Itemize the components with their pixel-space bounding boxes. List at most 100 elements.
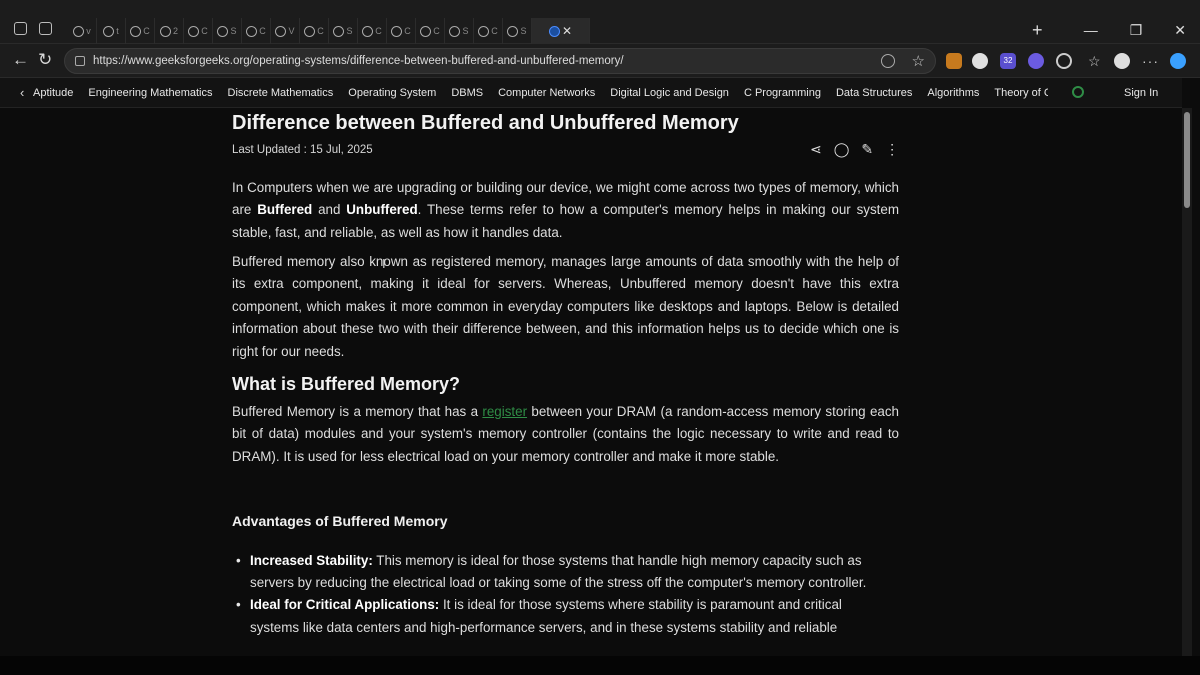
tab-title: S xyxy=(230,26,237,36)
browser-tab[interactable]: C xyxy=(358,18,387,44)
active-browser-tab[interactable]: ✕ xyxy=(532,18,590,44)
more-options-icon[interactable]: ⋮ xyxy=(885,141,899,158)
back-button[interactable]: ← xyxy=(12,50,29,70)
sign-in-button[interactable]: Sign In xyxy=(1124,87,1158,99)
nav-item[interactable]: Data Structures xyxy=(836,87,912,99)
browser-tab[interactable]: S xyxy=(213,18,242,44)
nav-item[interactable]: Operating System xyxy=(348,87,436,99)
tab-favicon-icon xyxy=(103,25,115,37)
browser-tab[interactable]: 2 xyxy=(155,18,184,44)
maximize-button[interactable]: ❐ xyxy=(1130,22,1143,39)
nav-item[interactable]: Algorithms xyxy=(927,87,979,99)
nav-item[interactable]: DBMS xyxy=(451,87,483,99)
copilot-icon[interactable] xyxy=(1170,53,1186,69)
extension-icon-1[interactable] xyxy=(946,53,962,69)
nav-item[interactable]: Discrete Mathematics xyxy=(228,87,334,99)
tab-favicon-icon xyxy=(73,25,85,37)
tab-favicon-icon xyxy=(449,25,461,37)
nav-item[interactable]: C Programming xyxy=(744,87,821,99)
last-updated: Last Updated : 15 Jul, 2025 xyxy=(232,144,373,156)
tab-title: C xyxy=(404,26,411,36)
browser-tab[interactable]: C xyxy=(184,18,213,44)
tab-title: C xyxy=(143,26,150,36)
browser-tab[interactable]: C xyxy=(387,18,416,44)
more-menu-icon[interactable]: ··· xyxy=(1142,53,1158,69)
workspaces-icon[interactable] xyxy=(14,22,27,35)
tab-favicon-icon xyxy=(304,25,316,37)
tab-title: S xyxy=(520,26,527,36)
tab-title: C xyxy=(375,26,382,36)
tab-title: C xyxy=(491,26,498,36)
tab-title: V xyxy=(288,26,295,36)
extension-icon-3[interactable] xyxy=(1028,53,1044,69)
address-bar[interactable]: https://www.geeksforgeeks.org/operating-… xyxy=(64,48,936,74)
scrollbar-thumb[interactable] xyxy=(1184,112,1190,208)
reader-icon[interactable] xyxy=(881,54,895,68)
list-item: Ideal for Critical Applications: It is i… xyxy=(232,594,884,638)
nav-item[interactable]: Digital Logic and Design xyxy=(610,87,729,99)
favorites-icon[interactable]: ☆ xyxy=(1088,53,1104,69)
favorite-star-icon[interactable]: ☆ xyxy=(912,52,925,70)
tab-list: v t C 2 C S C V C S C C C S C S ✕ xyxy=(68,18,1028,44)
browser-tab[interactable]: S xyxy=(445,18,474,44)
nav-item[interactable]: Aptitude xyxy=(33,87,73,99)
tab-title: S xyxy=(462,26,469,36)
tab-favicon-icon xyxy=(333,25,345,37)
tab-favicon-icon xyxy=(188,25,200,37)
extension-icon-2[interactable] xyxy=(972,53,988,69)
refresh-extension-icon[interactable] xyxy=(1056,53,1072,69)
browser-tab[interactable]: C xyxy=(126,18,155,44)
edit-icon[interactable]: ✎ xyxy=(861,141,873,158)
advantages-list: Increased Stability: This memory is idea… xyxy=(232,550,899,639)
nav-item[interactable]: Theory of Comp xyxy=(994,87,1048,99)
tab-title: S xyxy=(346,26,353,36)
close-tab-icon[interactable]: ✕ xyxy=(562,24,572,38)
browser-tab[interactable]: S xyxy=(503,18,532,44)
browser-tab[interactable]: V xyxy=(271,18,300,44)
browser-tab[interactable]: S xyxy=(329,18,358,44)
minimize-button[interactable]: — xyxy=(1084,22,1098,39)
list-item: Increased Stability: This memory is idea… xyxy=(232,550,884,594)
article-title: Difference between Buffered and Unbuffer… xyxy=(232,112,739,134)
tab-favicon-icon xyxy=(420,25,432,37)
browser-tab[interactable]: C xyxy=(242,18,271,44)
tab-favicon-icon xyxy=(548,25,560,37)
reload-button[interactable]: ↻ xyxy=(38,50,52,70)
new-tab-button[interactable]: + xyxy=(1032,20,1043,41)
paragraph-2: Buffered memory also known as registered… xyxy=(232,254,899,359)
comment-icon[interactable]: ◯ xyxy=(834,141,850,158)
browser-tab[interactable]: C xyxy=(474,18,503,44)
tab-title: v xyxy=(86,26,91,36)
register-link[interactable]: register xyxy=(482,404,527,419)
browser-tab-strip: v t C 2 C S C V C S C C C S C S ✕ + — ❐ ✕ xyxy=(0,0,1200,44)
site-info-icon[interactable] xyxy=(75,56,85,66)
close-window-button[interactable]: ✕ xyxy=(1174,22,1186,39)
tab-actions-icon[interactable] xyxy=(39,22,52,35)
tab-favicon-icon xyxy=(478,25,490,37)
tab-title: t xyxy=(116,26,119,36)
browser-tab[interactable]: v xyxy=(68,18,97,44)
browser-tab[interactable]: C xyxy=(300,18,329,44)
tab-favicon-icon xyxy=(246,25,258,37)
nav-item[interactable]: Computer Networks xyxy=(498,87,595,99)
tab-favicon-icon xyxy=(130,25,142,37)
share-icon[interactable]: ⋖ xyxy=(810,141,822,158)
browser-tab[interactable]: t xyxy=(97,18,126,44)
subsection-heading: Advantages of Buffered Memory xyxy=(232,513,448,529)
tab-favicon-icon xyxy=(507,25,519,37)
tab-favicon-icon xyxy=(391,25,403,37)
profile-avatar[interactable] xyxy=(1114,53,1130,69)
tab-favicon-icon xyxy=(217,25,229,37)
browser-tab[interactable]: C xyxy=(416,18,445,44)
nav-scroll-left-icon[interactable]: ‹ xyxy=(20,85,24,100)
intro-paragraph: In Computers when we are upgrading or bu… xyxy=(232,180,899,240)
site-nav-bar: ‹ Aptitude Engineering Mathematics Discret… xyxy=(0,78,1182,108)
site-nav-items: Aptitude Engineering Mathematics Discrete … xyxy=(33,87,1048,99)
nav-item[interactable]: Engineering Mathematics xyxy=(88,87,212,99)
extension-badge[interactable]: 32 xyxy=(1000,53,1016,69)
search-icon[interactable] xyxy=(1072,86,1084,98)
text-cursor-icon: I xyxy=(382,256,386,271)
url-text[interactable]: https://www.geeksforgeeks.org/operating-… xyxy=(93,55,624,67)
browser-toolbar: ← ↻ https://www.geeksforgeeks.org/operat… xyxy=(0,44,1200,78)
page-scrollbar[interactable] xyxy=(1182,108,1192,656)
